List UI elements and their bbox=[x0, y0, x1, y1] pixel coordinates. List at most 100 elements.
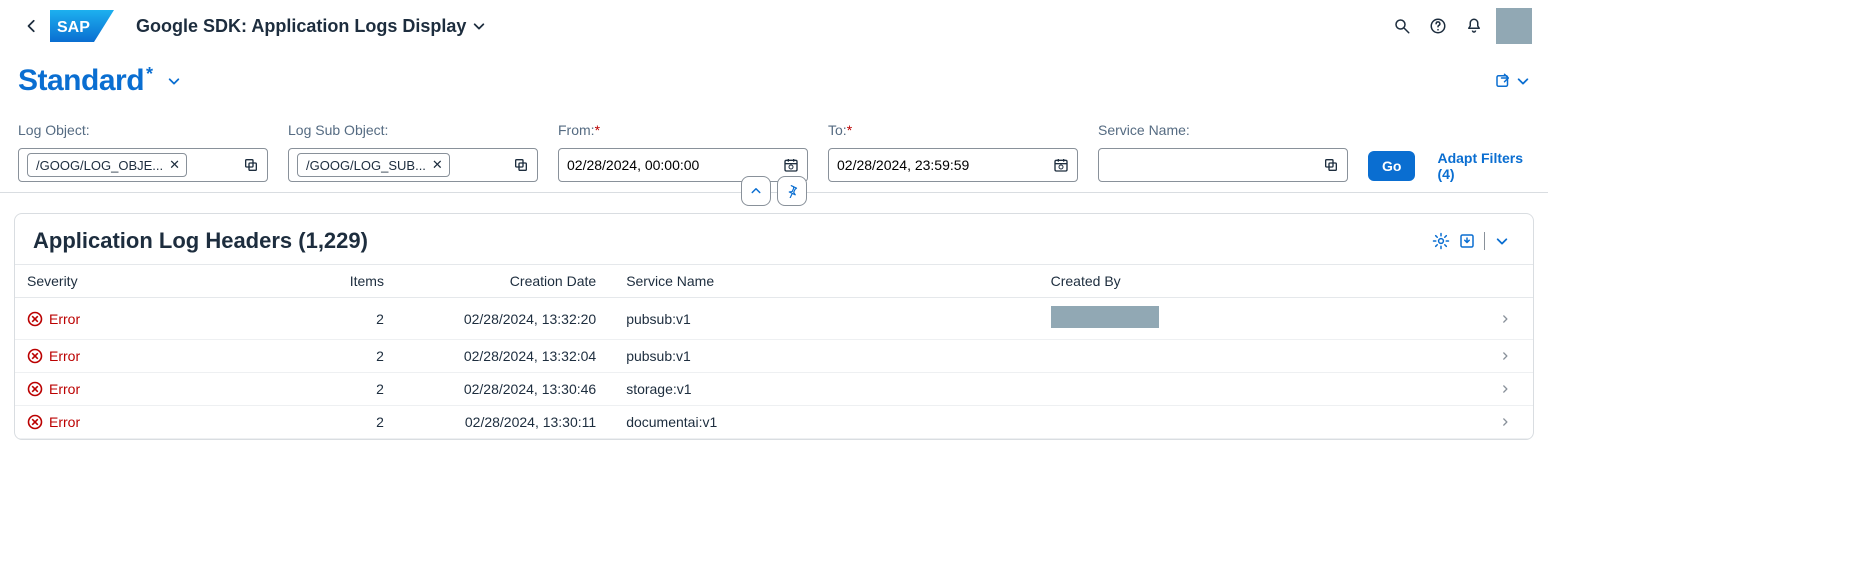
log-sub-object-input[interactable]: /GOOG/LOG_SUB... ✕ bbox=[288, 148, 538, 182]
severity-cell: Error bbox=[27, 414, 265, 430]
share-dropdown[interactable] bbox=[1516, 74, 1530, 88]
column-created-by[interactable]: Created By bbox=[1039, 265, 1488, 298]
table-settings-button[interactable] bbox=[1428, 228, 1454, 254]
table-export-button[interactable] bbox=[1454, 228, 1480, 254]
filter-token[interactable]: /GOOG/LOG_OBJE... ✕ bbox=[27, 153, 187, 177]
column-service-name[interactable]: Service Name bbox=[614, 265, 1038, 298]
date-cell: 02/28/2024, 13:32:04 bbox=[402, 340, 614, 373]
go-button[interactable]: Go bbox=[1368, 151, 1415, 181]
chevron-down-icon bbox=[167, 74, 181, 88]
severity-text: Error bbox=[49, 311, 80, 327]
items-cell: 2 bbox=[277, 373, 402, 406]
date-cell: 02/28/2024, 13:30:46 bbox=[402, 373, 614, 406]
from-input[interactable] bbox=[558, 148, 808, 182]
service-cell: pubsub:v1 bbox=[614, 298, 1038, 340]
token-text: /GOOG/LOG_OBJE... bbox=[36, 158, 163, 173]
help-icon bbox=[1429, 17, 1447, 35]
filter-label: Log Sub Object: bbox=[288, 122, 538, 138]
chevron-up-icon bbox=[750, 185, 762, 197]
value-help-button[interactable] bbox=[513, 157, 529, 173]
date-cell: 02/28/2024, 13:32:20 bbox=[402, 298, 614, 340]
created-by-cell bbox=[1039, 406, 1488, 439]
value-help-button[interactable] bbox=[1323, 157, 1339, 173]
filter-label: Log Object: bbox=[18, 122, 268, 138]
created-by-cell bbox=[1039, 298, 1488, 340]
collapse-filterbar-button[interactable] bbox=[741, 176, 771, 206]
filter-log-object: Log Object: /GOOG/LOG_OBJE... ✕ bbox=[18, 122, 268, 182]
redacted-value bbox=[1051, 306, 1159, 328]
app-title: Google SDK: Application Logs Display bbox=[136, 16, 466, 37]
token-remove-icon[interactable]: ✕ bbox=[169, 157, 180, 173]
items-cell: 2 bbox=[277, 406, 402, 439]
error-icon bbox=[27, 311, 43, 327]
share-icon bbox=[1494, 72, 1512, 90]
filter-label: Service Name: bbox=[1098, 122, 1348, 138]
filter-from: From:* bbox=[558, 122, 808, 182]
row-nav-button[interactable] bbox=[1500, 351, 1521, 361]
date-picker-button[interactable] bbox=[1053, 157, 1069, 173]
share-button[interactable] bbox=[1494, 72, 1512, 90]
table-row[interactable]: Error 202/28/2024, 13:32:20pubsub:v1 bbox=[15, 298, 1533, 340]
service-cell: storage:v1 bbox=[614, 373, 1038, 406]
variant-header: Standard* bbox=[0, 52, 1548, 102]
severity-text: Error bbox=[49, 381, 80, 397]
divider bbox=[1484, 232, 1485, 250]
column-severity[interactable]: Severity bbox=[15, 265, 277, 298]
notifications-button[interactable] bbox=[1456, 8, 1492, 44]
service-cell: documentai:v1 bbox=[614, 406, 1038, 439]
error-icon bbox=[27, 381, 43, 397]
service-name-input[interactable] bbox=[1098, 148, 1348, 182]
token-text: /GOOG/LOG_SUB... bbox=[306, 158, 426, 173]
table-row[interactable]: Error 202/28/2024, 13:30:11documentai:v1 bbox=[15, 406, 1533, 439]
filter-label: From:* bbox=[558, 122, 808, 138]
token-remove-icon[interactable]: ✕ bbox=[432, 157, 443, 173]
table-row[interactable]: Error 202/28/2024, 13:30:46storage:v1 bbox=[15, 373, 1533, 406]
calendar-icon bbox=[783, 157, 799, 173]
date-cell: 02/28/2024, 13:30:11 bbox=[402, 406, 614, 439]
filter-log-sub-object: Log Sub Object: /GOOG/LOG_SUB... ✕ bbox=[288, 122, 538, 182]
to-input[interactable] bbox=[828, 148, 1078, 182]
pin-filterbar-button[interactable] bbox=[777, 176, 807, 206]
table-export-dropdown[interactable] bbox=[1489, 228, 1515, 254]
filter-service-name: Service Name: bbox=[1098, 122, 1348, 182]
severity-cell: Error bbox=[27, 311, 265, 327]
column-creation-date[interactable]: Creation Date bbox=[402, 265, 614, 298]
variant-dropdown[interactable] bbox=[167, 74, 181, 88]
shell-bar: SAP Google SDK: Application Logs Display bbox=[0, 0, 1548, 52]
table-header: Application Log Headers (1,229) bbox=[15, 214, 1533, 264]
adapt-filters-link[interactable]: Adapt Filters (4) bbox=[1431, 150, 1530, 182]
value-help-button[interactable] bbox=[243, 157, 259, 173]
gear-icon bbox=[1432, 232, 1450, 250]
log-table: Severity Items Creation Date Service Nam… bbox=[15, 264, 1533, 439]
table-row[interactable]: Error202/28/2024, 13:32:04pubsub:v1 bbox=[15, 340, 1533, 373]
service-name-field[interactable] bbox=[1107, 149, 1323, 181]
log-object-input[interactable]: /GOOG/LOG_OBJE... ✕ bbox=[18, 148, 268, 182]
help-button[interactable] bbox=[1420, 8, 1456, 44]
table-card: Application Log Headers (1,229) Severity… bbox=[14, 213, 1534, 440]
column-items[interactable]: Items bbox=[277, 265, 402, 298]
row-nav-button[interactable] bbox=[1500, 314, 1521, 324]
filter-token[interactable]: /GOOG/LOG_SUB... ✕ bbox=[297, 153, 450, 177]
value-help-icon bbox=[513, 157, 529, 173]
severity-cell: Error bbox=[27, 348, 265, 364]
calendar-icon bbox=[1053, 157, 1069, 173]
row-nav-button[interactable] bbox=[1500, 417, 1521, 427]
error-icon bbox=[27, 414, 43, 430]
to-field[interactable] bbox=[837, 149, 1053, 181]
error-icon bbox=[27, 348, 43, 364]
search-button[interactable] bbox=[1384, 8, 1420, 44]
date-picker-button[interactable] bbox=[783, 157, 799, 173]
severity-cell: Error bbox=[27, 381, 265, 397]
app-title-dropdown[interactable]: Google SDK: Application Logs Display bbox=[136, 16, 486, 37]
avatar[interactable] bbox=[1496, 8, 1532, 44]
chevron-down-icon bbox=[1495, 234, 1509, 248]
sap-logo: SAP bbox=[50, 10, 114, 42]
items-cell: 2 bbox=[277, 298, 402, 340]
back-button[interactable] bbox=[16, 10, 48, 42]
export-icon bbox=[1458, 232, 1476, 250]
row-nav-button[interactable] bbox=[1500, 384, 1521, 394]
variant-name: Standard* bbox=[18, 64, 153, 98]
filter-label: To:* bbox=[828, 122, 1078, 138]
value-help-icon bbox=[1323, 157, 1339, 173]
bell-icon bbox=[1465, 17, 1483, 35]
